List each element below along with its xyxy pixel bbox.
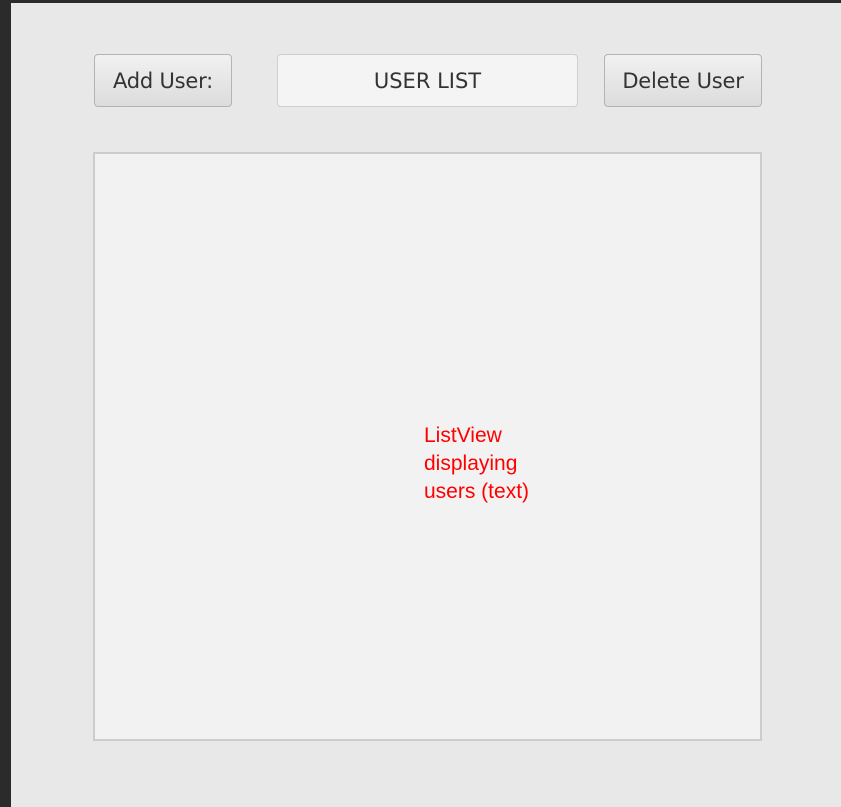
user-list-view[interactable]: ListView displaying users (text) — [93, 152, 762, 741]
delete-user-button[interactable]: Delete User — [604, 54, 762, 107]
list-view-annotation: ListView displaying users (text) — [424, 424, 530, 503]
user-list-title-field[interactable]: USER LIST — [277, 54, 578, 107]
app-window: Add User: USER LIST Delete User ListView… — [11, 3, 841, 807]
add-user-button[interactable]: Add User: — [94, 54, 232, 107]
